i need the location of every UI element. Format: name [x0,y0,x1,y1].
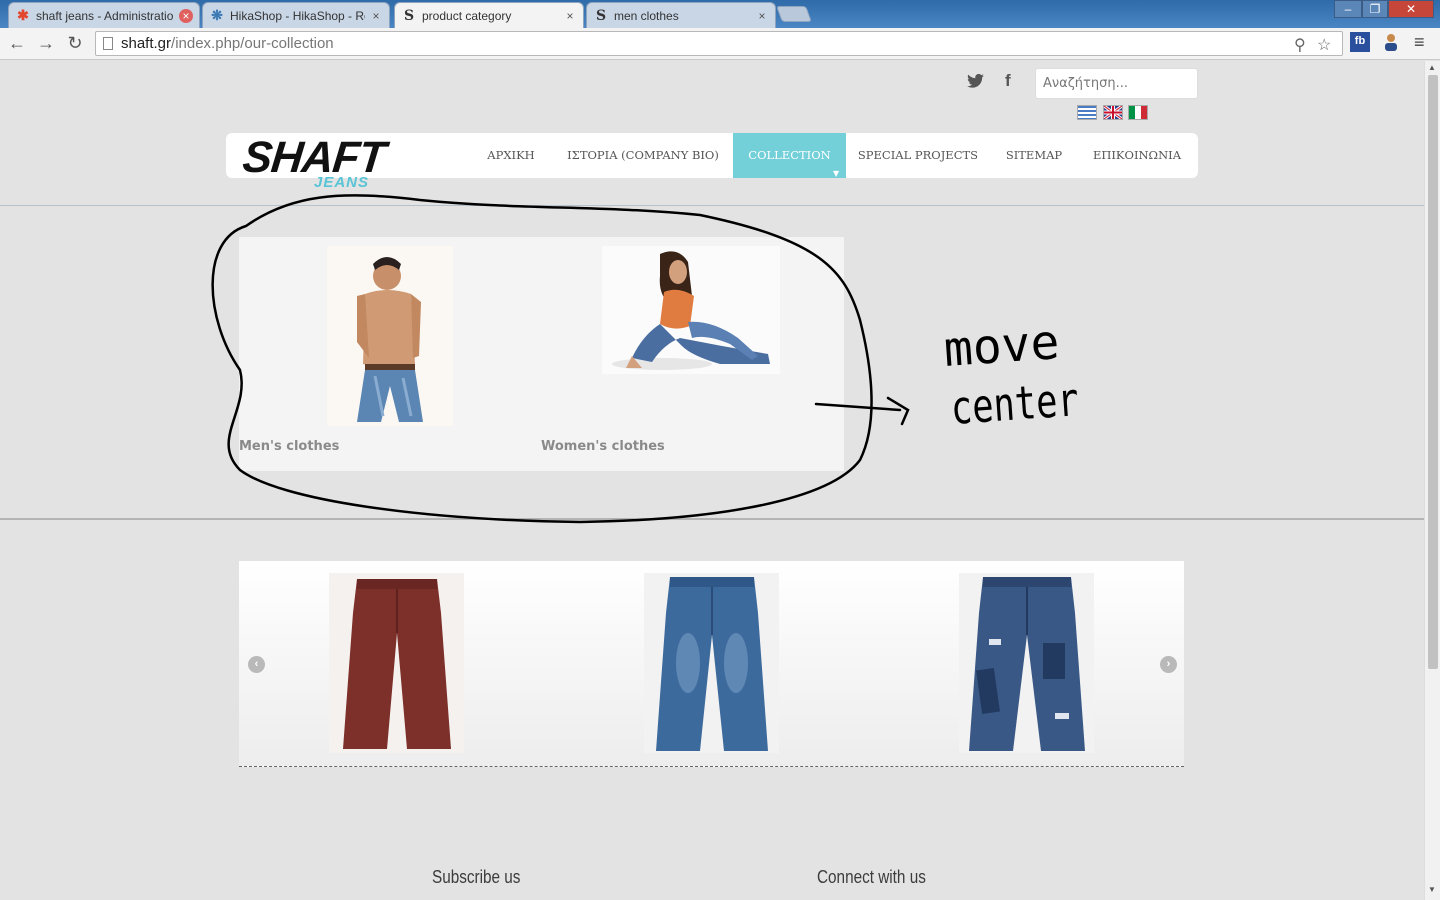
logo-subtitle: JEANS [314,174,370,191]
browser-toolbar: ← → ↻ shaft.gr/index.php/our-collection … [0,28,1440,60]
scrollbar-thumb[interactable] [1428,75,1438,669]
tab-label: product category [422,8,512,23]
nav-label: SITEMAP [1005,148,1063,162]
nav-item-home[interactable]: ΑΡΧΙΚΗ [470,133,552,178]
url-host: shaft.gr [121,35,172,52]
nav-label: ΑΡΧΙΚΗ [487,148,535,162]
connect-title: Connect with us [817,867,926,887]
nav-item-collection[interactable]: COLLECTION ▼ [733,133,846,178]
tab-men-clothes[interactable]: S men clothes × [586,2,776,28]
scroll-down-icon[interactable]: ▼ [1428,885,1436,894]
twitter-icon[interactable] [967,73,984,93]
minimize-button[interactable]: – [1334,0,1362,18]
nav-item-company-bio[interactable]: ΙΣΤΟΡΙΑ (COMPANY BIO) [556,133,730,178]
subscribe-title: Subscribe us [432,867,521,887]
product-item-red-chino[interactable] [329,573,464,753]
tab-label: shaft jeans - Administratio [36,8,174,23]
nav-item-special-projects[interactable]: SPECIAL PROJECTS [850,133,986,178]
tab-admin[interactable]: ✱ shaft jeans - Administratio × [8,2,200,28]
tab-label: men clothes [614,8,679,23]
window-close-button[interactable]: ✕ [1388,0,1434,18]
joomla-icon: ✱ [17,7,29,24]
reload-icon[interactable]: ↻ [64,32,86,54]
mens-category-image[interactable] [327,246,453,426]
search-placeholder: Αναζήτηση... [1043,76,1128,91]
address-bar[interactable]: shaft.gr/index.php/our-collection ⚲ ☆ [95,31,1343,56]
nav-item-sitemap[interactable]: SITEMAP [990,133,1078,178]
womens-category-label[interactable]: Women's clothes [541,439,665,454]
new-tab-button[interactable] [776,6,812,22]
shaft-s-icon: S [595,7,607,24]
nav-label: SPECIAL PROJECTS [857,148,979,162]
tab-label: HikaShop - HikaShop - Re [230,8,365,23]
carousel-next-icon[interactable]: › [1160,656,1177,673]
browser-titlebar: ✱ shaft jeans - Administratio × ❋ HikaSh… [0,0,1440,28]
url-path: /index.php/our-collection [171,35,334,52]
mens-category-label[interactable]: Men's clothes [239,439,339,454]
close-icon[interactable]: × [755,9,769,23]
search-input[interactable]: Αναζήτηση... [1035,68,1198,99]
uk-flag-icon[interactable] [1103,104,1123,121]
maximize-button[interactable]: ❐ [1362,0,1388,18]
tab-product-category[interactable]: S product category × [394,2,584,28]
tab-hikashop[interactable]: ❋ HikaShop - HikaShop - Re × [202,2,390,28]
close-icon[interactable]: × [563,9,577,23]
caret-down-icon: ▼ [833,169,840,178]
nav-label: COLLECTION [748,148,831,162]
page-scrollbar[interactable]: ▲ ▼ [1424,61,1440,900]
italian-flag-icon[interactable] [1128,105,1148,120]
page-content: f Αναζήτηση... SHAFT JEANS ΑΡΧΙΚΗ ΙΣΤΟΡΙ… [0,61,1424,900]
forward-arrow-icon[interactable]: → [35,32,57,54]
greek-flag-icon[interactable] [1077,105,1097,120]
facebook-extension-icon[interactable]: fb [1350,32,1370,52]
product-item-patched-jeans[interactable] [959,573,1094,753]
facebook-icon[interactable]: f [1005,71,1011,91]
scroll-up-icon[interactable]: ▲ [1428,63,1436,72]
carousel-prev-icon[interactable]: ‹ [248,656,265,673]
close-icon[interactable]: × [369,9,383,23]
hikashop-icon: ❋ [211,7,223,24]
bookmark-star-icon[interactable]: ☆ [1317,34,1331,57]
nav-label: ΙΣΤΟΡΙΑ (COMPANY BIO) [567,148,719,162]
nav-label: ΕΠΙΚΟΙΝΩΝΙΑ [1092,148,1182,162]
zoom-icon[interactable]: ⚲ [1294,34,1306,57]
header-divider [0,205,1424,206]
menu-icon[interactable]: ≡ [1414,32,1434,52]
womens-category-image[interactable] [602,246,780,374]
page-icon [103,37,113,50]
back-arrow-icon[interactable]: ← [6,32,28,54]
user-extension-icon[interactable] [1381,32,1401,52]
product-item-blue-jeans[interactable] [644,573,779,753]
shaft-s-icon: S [403,7,415,24]
close-icon[interactable]: × [179,8,193,23]
section-divider [0,518,1424,520]
nav-item-contact[interactable]: ΕΠΙΚΟΙΝΩΝΙΑ [1082,133,1192,178]
